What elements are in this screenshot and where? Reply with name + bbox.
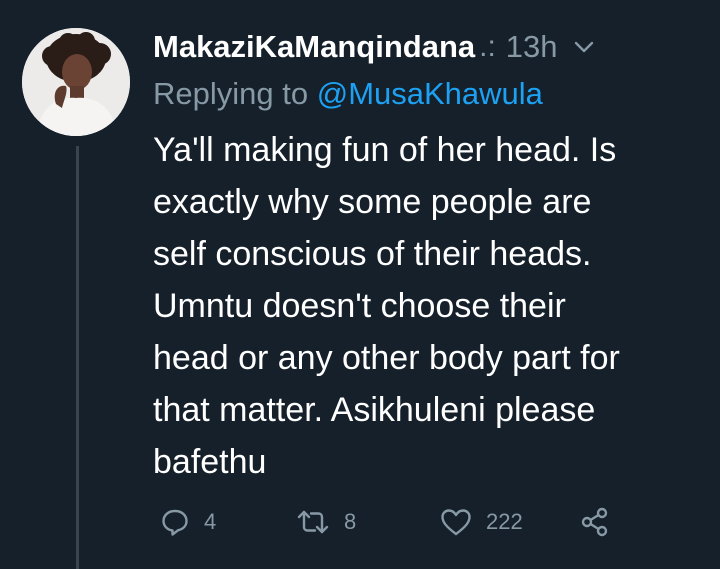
retweet-count: 8 — [344, 509, 357, 534]
tweet-header: MakaziKaManqindana .: 13h — [153, 24, 701, 70]
tweet-text-line: head or any other body part for — [153, 339, 620, 377]
share-icon — [580, 507, 610, 537]
like-button[interactable]: 222 — [440, 507, 523, 537]
chevron-down-icon[interactable] — [574, 40, 594, 54]
avatar[interactable] — [22, 28, 130, 136]
tweet-text-line: self conscious of their heads. — [153, 235, 592, 273]
thread-line — [76, 146, 79, 569]
tweet-content: MakaziKaManqindana .: 13h Replying to @M… — [153, 24, 701, 488]
tweet-text-line: bafethu — [153, 443, 267, 481]
tweet-text-line: exactly why some people are — [153, 183, 592, 221]
reply-mention-link[interactable]: @MusaKhawula — [317, 76, 543, 111]
retweet-icon — [296, 507, 330, 537]
replying-to-label: Replying to — [153, 76, 317, 111]
reply-count: 4 — [204, 509, 217, 534]
share-button[interactable] — [580, 507, 610, 537]
display-name[interactable]: MakaziKaManqindana — [153, 29, 475, 65]
tweet-text-line: Umntu doesn't choose their — [153, 287, 566, 325]
heart-icon — [440, 507, 472, 537]
tweet-text-line: Ya'll making fun of her head. Is — [153, 131, 617, 169]
tweet-text: Ya'll making fun of her head. Is exactly… — [153, 124, 701, 488]
more-glyph: .: — [479, 30, 496, 63]
reply-button[interactable]: 4 — [160, 507, 216, 537]
timestamp[interactable]: 13h — [506, 29, 558, 65]
retweet-button[interactable]: 8 — [296, 507, 356, 537]
reply-icon — [160, 507, 190, 537]
replying-to: Replying to @MusaKhawula — [153, 74, 701, 114]
tweet-text-line: that matter. Asikhuleni please — [153, 391, 596, 429]
tweet[interactable]: MakaziKaManqindana .: 13h Replying to @M… — [0, 0, 720, 569]
tweet-actions: 4 8 222 — [160, 507, 620, 541]
like-count: 222 — [486, 509, 523, 534]
